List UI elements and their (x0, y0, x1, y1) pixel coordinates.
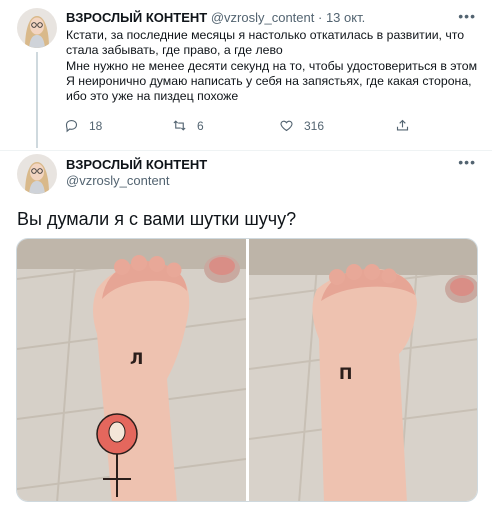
retweet-button[interactable]: 6 (172, 118, 204, 133)
tweet-actions: 18 6 316 (64, 118, 424, 136)
share-button[interactable] (395, 118, 420, 133)
avatar[interactable] (17, 154, 57, 194)
tweet-text: Кстати, за последние месяцы я настолько … (66, 28, 478, 104)
reply-button[interactable]: 18 (64, 118, 102, 133)
tweet-date[interactable]: 13 окт. (326, 10, 365, 25)
author-handle[interactable]: @vzrosly_content (211, 10, 315, 25)
tweet-line: ибо это уже на пиздец похоже (66, 89, 239, 104)
like-button[interactable]: 316 (279, 118, 324, 133)
retweet-count: 6 (197, 118, 204, 133)
like-count: 316 (304, 118, 325, 133)
tweet-header: ВЗРОСЛЫЙ КОНТЕНТ @vzrosly_content · 13 о… (66, 10, 365, 26)
author-handle[interactable]: @vzrosly_content (66, 173, 170, 189)
tweet-line: стала забывать, где право, а где лево (66, 43, 283, 58)
tweet-text: Вы думали я с вами шутки шучу? (17, 209, 297, 229)
share-icon (396, 119, 409, 131)
more-dots-icon[interactable]: ••• (458, 154, 476, 170)
photo-right-wrist[interactable]: П (249, 239, 477, 501)
retweet-icon (173, 120, 186, 131)
tweet-divider (0, 150, 492, 151)
author-name[interactable]: ВЗРОСЛЫЙ КОНТЕНТ (66, 157, 207, 173)
tweet-line: Мне нужно не менее десяти секунд на то, … (66, 58, 478, 73)
photo-left-wrist[interactable]: Л (17, 239, 246, 501)
reply-icon (65, 119, 78, 133)
tweet-1[interactable]: ВЗРОСЛЫЙ КОНТЕНТ @vzrosly_content · 13 о… (0, 0, 492, 150)
author-name[interactable]: ВЗРОСЛЫЙ КОНТЕНТ (66, 10, 207, 25)
tweet-line: Я неиронично думаю написать у себя на за… (66, 73, 472, 88)
tweet-line: Кстати, за последние месяцы я настолько … (66, 28, 465, 42)
media-grid: Л П (16, 238, 478, 502)
right-wrist-letter: П (339, 364, 352, 383)
thread-line (36, 52, 38, 148)
separator: · (314, 10, 326, 25)
reply-count: 18 (89, 118, 103, 133)
more-dots-icon[interactable]: ••• (458, 8, 476, 24)
avatar[interactable] (17, 8, 57, 48)
left-wrist-letter: Л (130, 349, 143, 368)
heart-icon (280, 120, 293, 132)
